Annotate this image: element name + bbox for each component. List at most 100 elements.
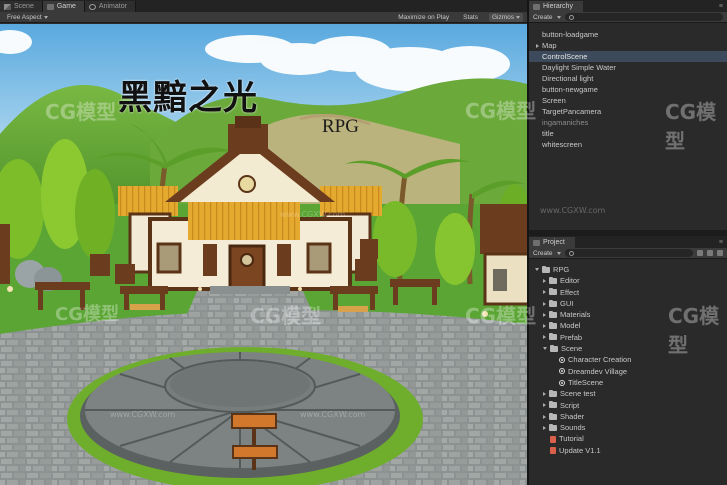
- folder-icon: [542, 265, 550, 273]
- project-item[interactable]: TitleScene: [529, 377, 727, 388]
- project-item[interactable]: Tutorial: [529, 433, 727, 444]
- filter-by-type-icon[interactable]: [697, 250, 703, 256]
- hierarchy-item-label: ControlScene: [542, 52, 588, 61]
- hierarchy-item[interactable]: TargetPancamera: [529, 106, 727, 117]
- hierarchy-item[interactable]: Screen: [529, 95, 727, 106]
- gizmos-dropdown[interactable]: Gizmos: [488, 12, 523, 22]
- project-tabbar: Project ≡: [529, 236, 727, 248]
- expand-arrow-icon[interactable]: [543, 391, 546, 396]
- project-toolbar: Create: [529, 248, 727, 259]
- hierarchy-item[interactable]: Daylight Simple Water: [529, 62, 727, 73]
- project-item-label: TitleScene: [568, 377, 604, 387]
- editor-tabbar: Scene Game Animator: [0, 0, 527, 12]
- project-tab-label: Project: [543, 239, 565, 246]
- project-item[interactable]: Materials: [529, 309, 727, 320]
- hierarchy-item-label: title: [542, 129, 554, 138]
- project-item[interactable]: Script: [529, 400, 727, 411]
- expand-arrow-icon[interactable]: [543, 301, 546, 306]
- project-search-input[interactable]: [564, 249, 693, 257]
- expand-arrow-icon[interactable]: [543, 414, 546, 419]
- project-item[interactable]: Effect: [529, 287, 727, 298]
- aspect-label: Free Aspect: [7, 13, 42, 21]
- hierarchy-item[interactable]: Map: [529, 40, 727, 51]
- folder-icon: [549, 401, 557, 409]
- expand-arrow-icon[interactable]: [543, 290, 546, 295]
- project-item[interactable]: Model: [529, 320, 727, 331]
- expand-arrow-icon[interactable]: [543, 425, 546, 430]
- expand-arrow-icon[interactable]: [543, 347, 547, 351]
- expand-arrow-icon[interactable]: [535, 268, 539, 272]
- stats-button[interactable]: Stats: [460, 13, 481, 22]
- favorite-icon[interactable]: [717, 250, 723, 256]
- project-item-label: Materials: [560, 310, 591, 320]
- project-tree: RPG Editor Effect GUI Materials Model Pr…: [529, 259, 727, 484]
- project-item-label: Tutorial: [559, 434, 584, 444]
- game-title-rpg: RPG: [322, 116, 359, 137]
- maximize-on-play-button[interactable]: Maximize on Play: [395, 13, 452, 22]
- project-icon: [533, 239, 540, 246]
- project-item[interactable]: Character Creation: [529, 354, 727, 365]
- hierarchy-item[interactable]: button-loadgame: [529, 29, 727, 40]
- tab-project[interactable]: Project: [529, 237, 575, 248]
- expand-arrow-icon[interactable]: [543, 278, 546, 283]
- hierarchy-tab-label: Hierarchy: [543, 3, 573, 10]
- hierarchy-item-label: button-newgame: [542, 85, 598, 94]
- expand-arrow-icon[interactable]: [543, 324, 546, 329]
- project-item[interactable]: Editor: [529, 275, 727, 286]
- expand-arrow-icon[interactable]: [543, 403, 546, 408]
- hierarchy-item-label: Map: [542, 41, 557, 50]
- project-item[interactable]: GUI: [529, 298, 727, 309]
- unity-scene-icon: [559, 368, 565, 375]
- project-item[interactable]: RPG: [529, 264, 727, 275]
- project-item[interactable]: Prefab: [529, 332, 727, 343]
- project-item-label: Editor: [560, 276, 580, 286]
- aspect-dropdown[interactable]: Free Aspect: [4, 13, 51, 22]
- search-icon: [568, 250, 574, 256]
- project-item-label: Model: [560, 321, 581, 331]
- project-item-label: Scene: [561, 344, 583, 354]
- project-item[interactable]: Dreamdev Village: [529, 366, 727, 377]
- hierarchy-item[interactable]: title: [529, 128, 727, 139]
- expand-arrow-icon[interactable]: [536, 44, 539, 49]
- project-item[interactable]: Update V1.1: [529, 445, 727, 456]
- project-item[interactable]: Scene test: [529, 388, 727, 399]
- sign-plank: [232, 445, 278, 459]
- project-item[interactable]: Shader: [529, 411, 727, 422]
- project-item-label: Scene test: [560, 389, 596, 399]
- panel-menu-icon[interactable]: ≡: [719, 239, 727, 246]
- project-item-label: Sounds: [560, 423, 586, 433]
- game-viewport[interactable]: 黑黯之光 RPG: [0, 24, 527, 485]
- hierarchy-item[interactable]: whitescreen: [529, 139, 727, 150]
- tab-hierarchy[interactable]: Hierarchy: [529, 1, 583, 12]
- folder-icon: [549, 310, 557, 318]
- folder-icon: [549, 299, 557, 307]
- project-item[interactable]: Sounds: [529, 422, 727, 433]
- panel-menu-icon[interactable]: ≡: [719, 3, 727, 10]
- maximize-on-play-label: Maximize on Play: [398, 13, 450, 21]
- filter-by-label-icon[interactable]: [707, 250, 713, 256]
- tab-scene[interactable]: Scene: [0, 1, 43, 12]
- project-item[interactable]: Scene: [529, 343, 727, 354]
- sign-plank: [231, 413, 277, 429]
- expand-arrow-icon[interactable]: [543, 312, 546, 317]
- folder-icon: [549, 389, 557, 397]
- folder-icon: [549, 423, 557, 431]
- hierarchy-item[interactable]: ingamaniches: [529, 117, 727, 128]
- hierarchy-create-button[interactable]: Create: [533, 14, 553, 21]
- expand-arrow-icon[interactable]: [543, 335, 546, 340]
- hierarchy-item-selected[interactable]: ControlScene: [529, 51, 727, 62]
- project-item-label: Script: [560, 400, 580, 410]
- project-create-button[interactable]: Create: [533, 250, 553, 257]
- folder-icon: [550, 344, 558, 352]
- hierarchy-item[interactable]: button-newgame: [529, 84, 727, 95]
- tab-game[interactable]: Game: [42, 1, 85, 12]
- chevron-down-icon: [556, 15, 561, 19]
- hierarchy-search-input[interactable]: [564, 13, 723, 21]
- hierarchy-tabbar: Hierarchy ≡: [529, 0, 727, 12]
- hierarchy-item[interactable]: Directional light: [529, 73, 727, 84]
- tab-scene-label: Scene: [14, 3, 34, 10]
- hierarchy-list: button-loadgame Map ControlScene Dayligh…: [529, 23, 727, 230]
- tab-animator[interactable]: Animator: [84, 1, 136, 12]
- hierarchy-item-label: ingamaniches: [542, 118, 589, 127]
- hierarchy-item-label: Daylight Simple Water: [542, 63, 616, 72]
